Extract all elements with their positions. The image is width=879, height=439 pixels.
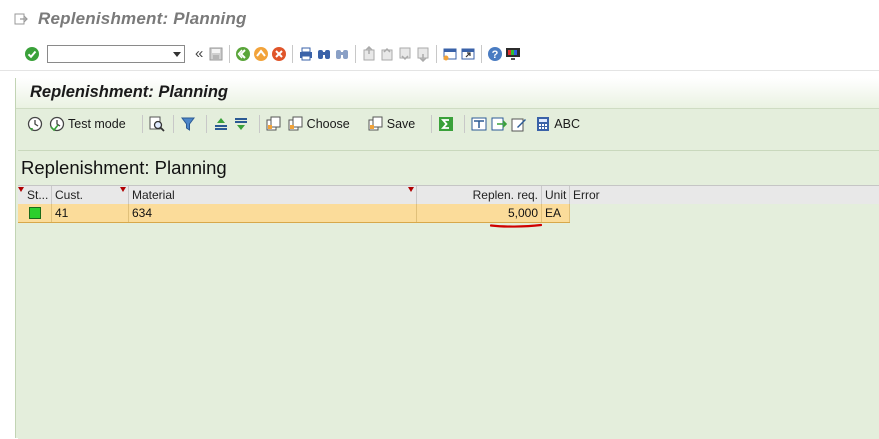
change-layout-button[interactable]	[509, 113, 529, 135]
sort-ascending-icon	[214, 118, 227, 130]
abc-label: ABC	[554, 117, 580, 131]
save-list-icon	[368, 116, 383, 131]
column-header-error[interactable]: Error	[570, 186, 879, 204]
toolbar-separator	[292, 45, 294, 63]
application-toolbar: Test mode Choose Save ABC	[16, 109, 879, 139]
column-label: Error	[573, 188, 600, 202]
system-toolbar: « ?	[0, 38, 879, 71]
column-header-material[interactable]: Material	[129, 186, 417, 204]
red-underline-annotation	[490, 223, 542, 228]
chevron-down-icon[interactable]	[173, 52, 181, 57]
toolbar-separator	[355, 45, 357, 63]
column-label: Replen. req.	[472, 188, 538, 202]
svg-text:?: ?	[492, 49, 499, 61]
toolbar-separator	[431, 115, 433, 133]
select-all-button[interactable]	[264, 113, 284, 135]
sort-indicator-icon	[18, 187, 24, 192]
app-title-bar: Replenishment: Planning	[16, 78, 879, 109]
sum-icon	[439, 117, 454, 131]
export-icon	[491, 117, 508, 131]
export-button[interactable]	[489, 113, 509, 135]
sort-indicator-icon	[408, 187, 414, 192]
choose-button[interactable]: Choose	[286, 113, 352, 135]
page-title: Replenishment: Planning	[30, 83, 229, 101]
cancel-icon[interactable]	[270, 45, 288, 63]
column-label: St...	[27, 188, 49, 202]
execute-button[interactable]	[25, 113, 45, 135]
column-label: Material	[132, 188, 175, 202]
grid-panel: Replenishment: Planning St... Cust. Mate…	[18, 150, 879, 439]
execute-clock-icon	[27, 116, 43, 132]
toolbar-separator	[141, 115, 143, 133]
back-icon[interactable]	[234, 45, 252, 63]
cell-material[interactable]: 634	[129, 204, 417, 222]
shortcut-icon[interactable]	[459, 45, 477, 63]
details-button[interactable]	[147, 113, 167, 135]
total-button[interactable]	[436, 113, 456, 135]
cell-replen-req[interactable]: 5,000	[417, 204, 542, 222]
toolbar-separator	[172, 115, 174, 133]
grid-title: Replenishment: Planning	[21, 157, 227, 178]
title-bar: Replenishment: Planning	[0, 0, 879, 38]
print-preview-icon	[471, 117, 487, 131]
choose-icon	[288, 116, 303, 131]
exit-menu-icon[interactable]	[14, 12, 28, 26]
save-icon[interactable]	[207, 45, 225, 63]
column-label: Unit	[545, 188, 567, 202]
next-page-icon[interactable]	[396, 45, 414, 63]
find-next-icon[interactable]	[333, 45, 351, 63]
filter-icon	[180, 117, 195, 131]
toolbar-separator	[205, 115, 207, 133]
content-area: Replenishment: Planning Test mode Choose…	[15, 78, 879, 439]
exit-icon[interactable]	[252, 45, 270, 63]
first-page-icon[interactable]	[360, 45, 378, 63]
command-field[interactable]	[47, 45, 185, 63]
save-list-label: Save	[386, 117, 416, 131]
sort-descending-icon	[234, 118, 247, 130]
table-header: St... Cust. Material Replen. req. Unit E…	[18, 185, 879, 205]
collapse-chevrons[interactable]: «	[195, 45, 203, 63]
cell-unit[interactable]: EA	[542, 204, 570, 222]
column-header-cust[interactable]: Cust.	[52, 186, 129, 204]
sort-descending-button[interactable]	[231, 113, 251, 135]
cell-status[interactable]	[18, 204, 52, 222]
test-mode-label: Test mode	[68, 117, 126, 131]
command-input[interactable]	[48, 46, 172, 62]
column-header-replen-req[interactable]: Replen. req.	[417, 186, 542, 204]
new-session-icon[interactable]	[441, 45, 459, 63]
cell-error[interactable]	[570, 204, 879, 222]
select-all-icon	[266, 116, 281, 131]
print-icon[interactable]	[297, 45, 315, 63]
status-green-icon	[29, 207, 41, 219]
find-icon[interactable]	[315, 45, 333, 63]
calculator-icon	[537, 117, 550, 131]
help-icon[interactable]: ?	[486, 45, 504, 63]
sort-indicator-icon	[120, 187, 126, 192]
last-page-icon[interactable]	[414, 45, 432, 63]
sort-ascending-button[interactable]	[211, 113, 231, 135]
table-row[interactable]: 41 634 5,000 EA	[18, 204, 570, 223]
test-mode-button[interactable]: Test mode	[47, 113, 128, 135]
abc-analysis-button[interactable]: ABC	[533, 113, 582, 135]
previous-page-icon[interactable]	[378, 45, 396, 63]
column-header-unit[interactable]: Unit	[542, 186, 570, 204]
edit-pencil-icon	[511, 118, 527, 132]
toolbar-separator	[229, 45, 231, 63]
customize-layout-icon[interactable]	[504, 45, 522, 63]
column-header-status[interactable]: St...	[18, 186, 52, 204]
magnifier-details-icon	[149, 116, 165, 132]
toolbar-separator	[258, 115, 260, 133]
window-title: Replenishment: Planning	[38, 9, 247, 28]
toolbar-separator	[464, 115, 466, 133]
choose-label: Choose	[306, 117, 350, 131]
toolbar-separator	[481, 45, 483, 63]
toolbar-separator	[436, 45, 438, 63]
save-list-button[interactable]: Save	[366, 113, 418, 135]
column-label: Cust.	[55, 188, 84, 202]
enter-icon[interactable]	[23, 45, 41, 63]
filter-button[interactable]	[178, 113, 198, 135]
print-preview-button[interactable]	[469, 113, 489, 135]
test-mode-clock-icon	[49, 116, 65, 132]
cell-cust[interactable]: 41	[52, 204, 129, 222]
